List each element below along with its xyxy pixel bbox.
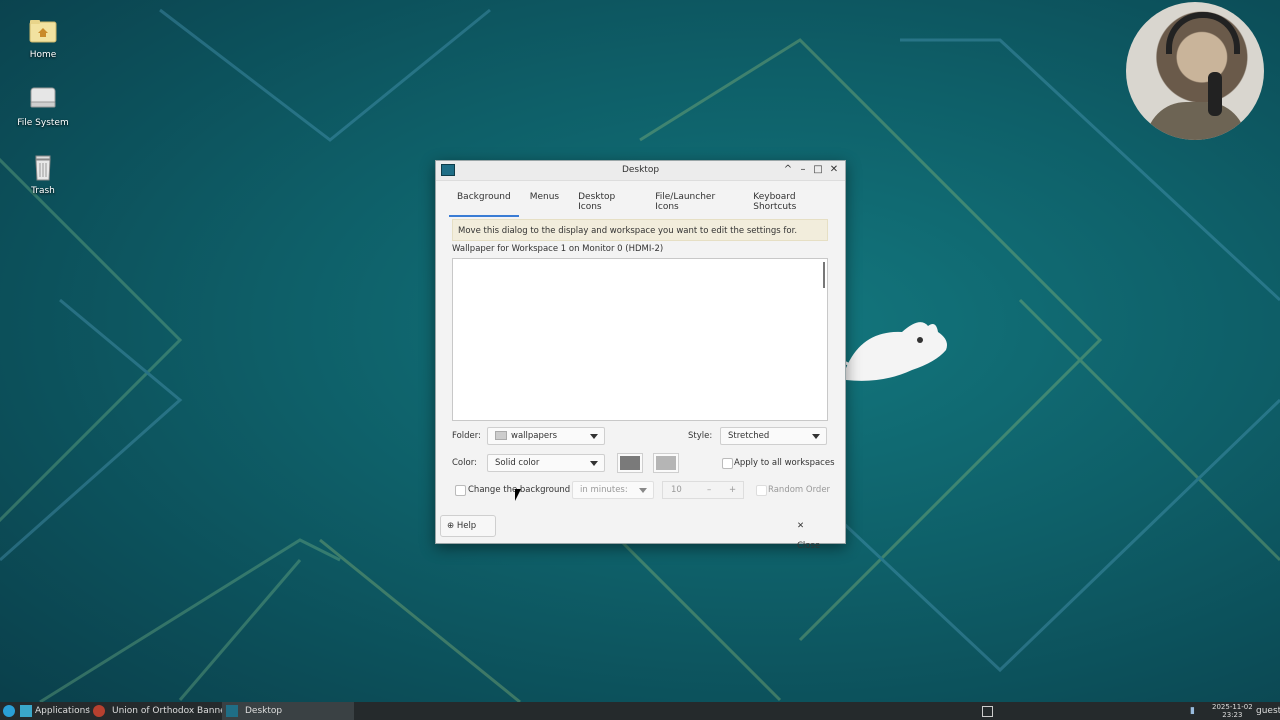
chevron-down-icon (590, 434, 598, 439)
mouse-cursor (515, 489, 521, 501)
folder-icon (495, 431, 507, 440)
interval-value: in minutes: (580, 485, 628, 495)
desktop-icon-label: Trash (31, 186, 55, 196)
close-window-button[interactable]: ✕ (828, 164, 840, 176)
help-label: Help (456, 521, 477, 531)
wallpaper-list[interactable] (452, 258, 828, 421)
random-order-checkbox[interactable] (756, 485, 767, 496)
desktop-icon-label: File System (17, 118, 69, 128)
folder-label: Folder: (452, 431, 481, 441)
applications-menu[interactable]: Applications (35, 702, 90, 720)
style-value: Stretched (728, 431, 770, 441)
chevron-down-icon (812, 434, 820, 439)
random-order-label: Random Order (768, 485, 831, 495)
help-button[interactable]: ⊕ Help (440, 515, 496, 537)
desktop-settings-icon (226, 705, 238, 717)
clock-date: 2025-11-02 (1212, 703, 1253, 711)
tab-menus[interactable]: Menus (522, 189, 567, 217)
xfce-mouse-logo (842, 322, 947, 381)
close-button[interactable]: ✕ Close (790, 515, 831, 551)
decrement-icon[interactable]: – (707, 482, 711, 498)
trash-icon (28, 152, 58, 182)
desktop-icon-home[interactable]: Home (8, 16, 78, 60)
info-notice: Move this dialog to the display and work… (452, 219, 828, 241)
interval-spinner[interactable]: 10 – + (662, 481, 744, 499)
desktop-settings-dialog: Desktop ^ – □ ✕ Background Menus Desktop… (435, 160, 846, 551)
drive-icon (28, 84, 58, 114)
browser-icon (93, 705, 105, 717)
desktop-icon-file-system[interactable]: File System (8, 84, 78, 128)
applications-icon (20, 705, 32, 717)
help-icon: ⊕ (447, 521, 455, 531)
tab-file-launcher-icons[interactable]: File/Launcher Icons (647, 189, 742, 217)
apply-all-workspaces-checkbox[interactable] (722, 458, 733, 469)
close-icon: ✕ (797, 521, 805, 531)
clock-time: 23:23 (1222, 711, 1243, 719)
interval-select[interactable]: in minutes: (572, 481, 654, 499)
title-bar[interactable]: Desktop ^ – □ ✕ (436, 161, 845, 181)
style-label: Style: (688, 431, 713, 441)
folder-value: wallpapers (511, 431, 558, 441)
tab-desktop-icons[interactable]: Desktop Icons (570, 189, 644, 217)
separator-icon: ⁞ (87, 706, 90, 716)
minimize-button[interactable]: – (797, 164, 809, 176)
desktop-icon-label: Home (29, 50, 57, 60)
tab-keyboard-shortcuts[interactable]: Keyboard Shortcuts (745, 189, 842, 217)
show-desktop-icon[interactable] (982, 706, 993, 717)
taskbar-window-desktop-bg[interactable] (222, 702, 354, 720)
taskbar: Applications ⁞ Union of Orthodox Banner-… (0, 702, 1280, 720)
folder-select[interactable]: wallpapers (487, 427, 605, 445)
shade-button[interactable]: ^ (782, 164, 794, 176)
increment-icon[interactable]: + (729, 482, 736, 498)
close-label: Close (797, 541, 821, 551)
chevron-down-icon (590, 461, 598, 466)
color-1-button[interactable] (617, 453, 643, 473)
clock[interactable]: 2025-11-02 23:23 (1212, 703, 1253, 720)
tab-background[interactable]: Background (449, 189, 519, 217)
user-name[interactable]: guest (1256, 702, 1280, 720)
home-folder-icon (28, 16, 58, 46)
wallpaper-label: Wallpaper for Workspace 1 on Monitor 0 (… (452, 244, 664, 254)
style-select[interactable]: Stretched (720, 427, 827, 445)
network-icon[interactable]: ▮ (1190, 702, 1195, 720)
color-mode-select[interactable]: Solid color (487, 454, 605, 472)
desktop-icon-trash[interactable]: Trash (8, 152, 78, 196)
color-mode-value: Solid color (495, 458, 540, 468)
taskbar-window-desktop[interactable]: Desktop (245, 702, 282, 720)
scrollbar[interactable] (823, 262, 825, 288)
xfce-menu-icon[interactable] (3, 705, 15, 717)
apply-all-workspaces-label: Apply to all workspaces (734, 458, 835, 468)
color-2-button[interactable] (653, 453, 679, 473)
chevron-down-icon (639, 488, 647, 493)
tab-bar: Background Menus Desktop Icons File/Laun… (449, 189, 845, 217)
webcam-overlay (1126, 2, 1264, 140)
interval-number: 10 (671, 485, 682, 495)
change-background-checkbox[interactable] (455, 485, 466, 496)
color-label: Color: (452, 458, 477, 468)
maximize-button[interactable]: □ (812, 164, 824, 176)
